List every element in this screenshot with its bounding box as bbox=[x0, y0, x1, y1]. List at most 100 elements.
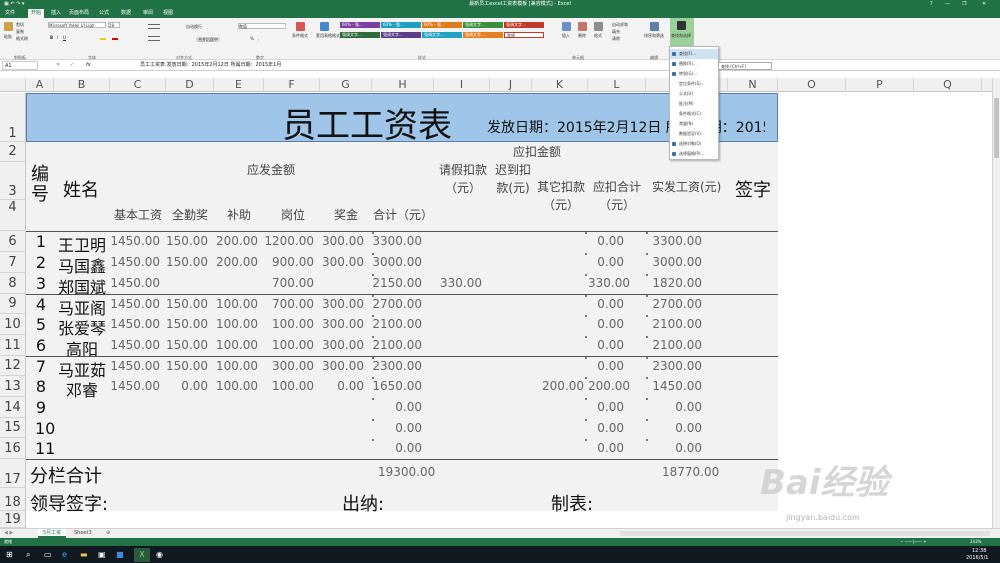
menu-item-goto[interactable]: 转到(G)... bbox=[670, 69, 718, 79]
cell-base[interactable]: 1450.00 bbox=[110, 317, 166, 331]
tab-file[interactable]: 文件 bbox=[2, 9, 18, 18]
style-box-5[interactable]: 强调文字... bbox=[504, 22, 544, 28]
comma-button[interactable]: , bbox=[258, 36, 259, 41]
align-left-icon[interactable] bbox=[148, 36, 160, 41]
cell-deduct-total[interactable]: 0.00 bbox=[588, 317, 646, 331]
tab-page-layout[interactable]: 页面布局 bbox=[66, 9, 92, 18]
row-header-11[interactable]: 11 bbox=[0, 335, 26, 356]
italic-button[interactable]: I bbox=[57, 35, 58, 40]
cell-net[interactable]: 1450.00 bbox=[646, 379, 728, 393]
percent-button[interactable]: % bbox=[250, 36, 254, 41]
col-header-k[interactable]: K bbox=[532, 78, 588, 92]
row-header-12[interactable]: 12 bbox=[0, 356, 26, 376]
cell-net[interactable]: 3000.00 bbox=[646, 255, 728, 269]
row-header-17[interactable]: 17 bbox=[0, 459, 26, 488]
close-button[interactable]: ✕ bbox=[982, 0, 986, 9]
cell-post[interactable]: 100.00 bbox=[264, 338, 320, 352]
col-header-a[interactable]: A bbox=[26, 78, 54, 92]
cell-attendance[interactable]: 150.00 bbox=[166, 317, 214, 331]
help-button[interactable]: ? bbox=[930, 0, 933, 9]
cell-bonus[interactable]: 300.00 bbox=[320, 234, 372, 248]
cell-id[interactable]: 4 bbox=[35, 295, 47, 314]
style-box-6[interactable]: 强调文字... bbox=[340, 32, 380, 38]
row-header-15[interactable]: 15 bbox=[0, 418, 26, 438]
cell-id[interactable]: 7 bbox=[35, 357, 47, 376]
col-header-j[interactable]: J bbox=[490, 78, 532, 92]
cell-attendance[interactable]: 150.00 bbox=[166, 359, 214, 373]
cell-leave[interactable]: 330.00 bbox=[434, 276, 490, 290]
col-header-e[interactable]: E bbox=[214, 78, 264, 92]
other-app-icon[interactable]: ◉ bbox=[156, 550, 163, 559]
cancel-icon[interactable]: ✕ bbox=[56, 60, 60, 71]
function-icon[interactable]: fx bbox=[86, 60, 91, 71]
row-header-8[interactable]: 8 bbox=[0, 273, 26, 294]
col-header-o[interactable]: O bbox=[778, 78, 846, 92]
cell-total[interactable]: 3000.00 bbox=[372, 255, 428, 269]
cell-subsidy[interactable]: 100.00 bbox=[214, 338, 264, 352]
cell-deduct-total[interactable]: 0.00 bbox=[588, 441, 646, 455]
tab-formulas[interactable]: 公式 bbox=[96, 9, 112, 18]
scrollbar-thumb[interactable] bbox=[994, 98, 999, 158]
row-header-18[interactable]: 18 bbox=[0, 488, 26, 511]
cell-deduct-total[interactable]: 330.00 bbox=[588, 276, 646, 290]
name-box[interactable]: A1 bbox=[2, 61, 38, 70]
cell-id[interactable]: 3 bbox=[35, 274, 47, 293]
cell-id[interactable]: 10 bbox=[35, 419, 55, 438]
cell-deduct-total[interactable]: 0.00 bbox=[588, 359, 646, 373]
style-box-2[interactable]: 60% - 强... bbox=[381, 22, 421, 28]
maximize-button[interactable]: ❐ bbox=[962, 0, 966, 9]
delete-cells-icon[interactable] bbox=[578, 22, 587, 31]
cell-net[interactable]: 0.00 bbox=[646, 441, 728, 455]
cell-base[interactable]: 1450.00 bbox=[110, 359, 166, 373]
cell-subsidy[interactable]: 100.00 bbox=[214, 317, 264, 331]
menu-item-selection-pane[interactable]: 选择窗格(P)... bbox=[670, 149, 718, 159]
cell-id[interactable]: 8 bbox=[35, 377, 47, 396]
cell-total[interactable]: 2700.00 bbox=[372, 297, 428, 311]
cell-attendance[interactable]: 150.00 bbox=[166, 338, 214, 352]
row-header-2[interactable]: 2 bbox=[0, 142, 26, 162]
cell-net[interactable]: 0.00 bbox=[646, 400, 728, 414]
cell-attendance[interactable]: 150.00 bbox=[166, 234, 214, 248]
row-header-3[interactable]: 3 bbox=[0, 162, 26, 200]
cell-net[interactable]: 2100.00 bbox=[646, 317, 728, 331]
cell-subsidy[interactable]: 100.00 bbox=[214, 297, 264, 311]
cell-total[interactable]: 2150.00 bbox=[372, 276, 428, 290]
cell-id[interactable]: 2 bbox=[35, 253, 47, 272]
task-view-icon[interactable]: ▭ bbox=[44, 550, 52, 559]
row-header-6[interactable]: 6 bbox=[0, 231, 26, 252]
clear-button[interactable]: 清除 bbox=[612, 36, 620, 41]
cell-net[interactable]: 1820.00 bbox=[646, 276, 728, 290]
paste-button[interactable]: 粘贴 bbox=[4, 34, 12, 39]
cell-post[interactable]: 900.00 bbox=[264, 255, 320, 269]
cell-bonus[interactable]: 300.00 bbox=[320, 297, 372, 311]
menu-item-replace[interactable]: 替换(R)... bbox=[670, 59, 718, 69]
cell-attendance[interactable]: 150.00 bbox=[166, 297, 214, 311]
cell-base[interactable]: 1450.00 bbox=[110, 297, 166, 311]
style-box-4[interactable]: 强调文字... bbox=[463, 22, 503, 28]
cell-post[interactable]: 300.00 bbox=[264, 359, 320, 373]
cell-id[interactable]: 6 bbox=[35, 336, 47, 355]
row-header-4[interactable]: 4 bbox=[0, 200, 26, 231]
cell-post[interactable]: 700.00 bbox=[264, 276, 320, 290]
cell-id[interactable]: 11 bbox=[35, 439, 55, 458]
cell-post[interactable]: 1200.00 bbox=[264, 234, 320, 248]
cell-subsidy[interactable]: 200.00 bbox=[214, 234, 264, 248]
cell-base[interactable]: 1450.00 bbox=[110, 338, 166, 352]
cell-base[interactable]: 1450.00 bbox=[110, 379, 166, 393]
cell-total[interactable]: 0.00 bbox=[372, 441, 428, 455]
windows-start-icon[interactable]: ⊞ bbox=[6, 550, 13, 559]
cell-total[interactable]: 0.00 bbox=[372, 421, 428, 435]
cell-post[interactable]: 100.00 bbox=[264, 379, 320, 393]
cut-button[interactable]: 剪切 bbox=[16, 22, 24, 27]
cell-deduct-total[interactable]: 0.00 bbox=[588, 338, 646, 352]
cell-deduct-total[interactable]: 0.00 bbox=[588, 421, 646, 435]
quick-access-toolbar[interactable]: ▣ ↶ ↷ ▾ bbox=[4, 0, 24, 9]
select-all-corner[interactable] bbox=[0, 78, 26, 92]
cell-attendance[interactable]: 150.00 bbox=[166, 255, 214, 269]
add-sheet-button[interactable]: ⊕ bbox=[106, 529, 110, 538]
cell-total[interactable]: 3300.00 bbox=[372, 234, 428, 248]
col-header-l[interactable]: L bbox=[588, 78, 646, 92]
col-header-h[interactable]: H bbox=[372, 78, 434, 92]
row-header-13[interactable]: 13 bbox=[0, 376, 26, 397]
cell-id[interactable]: 5 bbox=[35, 315, 47, 334]
